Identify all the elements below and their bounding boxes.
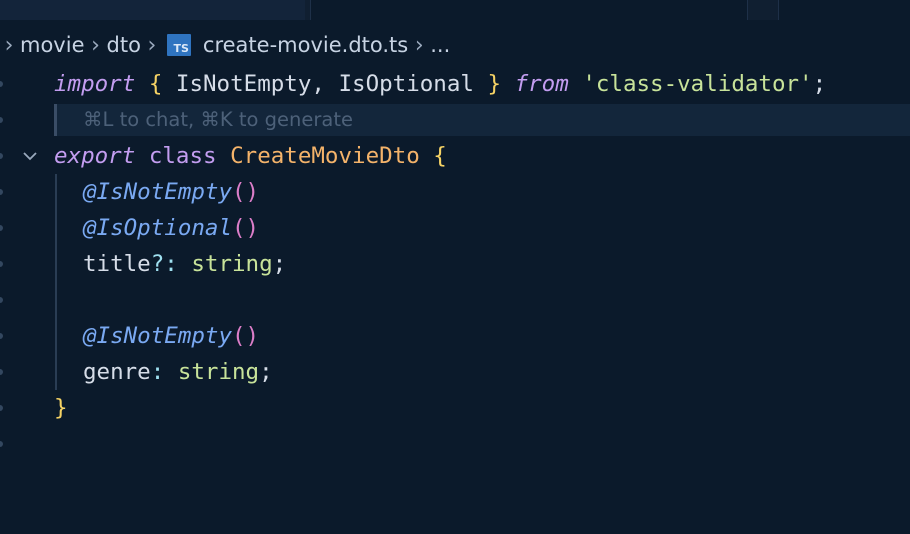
breadcrumb-item-symbols[interactable]: ... xyxy=(428,33,452,57)
code-line-5[interactable]: @IsOptional() xyxy=(0,210,910,246)
code-line-9[interactable]: genre: string; xyxy=(0,354,910,390)
gutter-marker xyxy=(0,441,3,447)
editor-tab[interactable] xyxy=(310,0,748,20)
code-content: export class CreateMovieDto { xyxy=(54,143,447,169)
chevron-right-icon: › xyxy=(147,32,157,58)
code-line-3[interactable]: export class CreateMovieDto { xyxy=(0,138,910,174)
code-line-10[interactable]: } xyxy=(0,390,910,426)
ai-hint-text: ⌘L to chat, ⌘K to generate xyxy=(83,108,354,131)
gutter-marker xyxy=(0,369,3,375)
chevron-right-icon: › xyxy=(414,32,424,58)
gutter-marker xyxy=(0,225,3,231)
breadcrumb-item-file[interactable]: create-movie.dto.ts xyxy=(201,33,410,57)
code-content: } xyxy=(54,395,68,421)
code-content: @IsOptional() xyxy=(83,215,260,241)
gutter-marker xyxy=(0,405,3,411)
code-line-6[interactable]: title?: string; xyxy=(0,246,910,282)
chevron-right-icon: › xyxy=(4,32,14,58)
code-content: genre: string; xyxy=(83,359,273,385)
code-content: @IsNotEmpty() xyxy=(83,179,260,205)
breadcrumb-item-movie[interactable]: movie xyxy=(18,33,87,57)
gutter-marker xyxy=(0,261,3,267)
code-line-11[interactable] xyxy=(0,426,910,462)
breadcrumb-item-dto[interactable]: dto xyxy=(105,33,143,57)
typescript-file-icon: TS xyxy=(166,34,191,56)
ai-hint-line[interactable]: ⌘L to chat, ⌘K to generate xyxy=(54,104,910,136)
code-editor[interactable]: import { IsNotEmpty, IsOptional } from '… xyxy=(0,66,910,480)
editor-tab[interactable] xyxy=(778,0,910,20)
code-content: import { IsNotEmpty, IsOptional } from '… xyxy=(54,71,827,97)
gutter-marker xyxy=(0,117,3,123)
gutter-marker xyxy=(0,153,3,159)
code-content: title?: string; xyxy=(83,251,287,277)
fold-chevron-down-icon[interactable] xyxy=(22,149,38,163)
gutter-marker xyxy=(0,297,3,303)
gutter-marker xyxy=(0,81,3,87)
code-line-4[interactable]: @IsNotEmpty() xyxy=(0,174,910,210)
breadcrumb: › movie › dto › TS create-movie.dto.ts ›… xyxy=(0,28,910,62)
gutter-marker xyxy=(0,333,3,339)
code-content: @IsNotEmpty() xyxy=(83,323,260,349)
code-line-1[interactable]: import { IsNotEmpty, IsOptional } from '… xyxy=(0,66,910,102)
gutter-marker xyxy=(0,189,3,195)
chevron-right-icon: › xyxy=(91,32,100,58)
editor-tab[interactable] xyxy=(0,0,305,20)
code-line-7[interactable] xyxy=(0,282,910,318)
code-line-8[interactable]: @IsNotEmpty() xyxy=(0,318,910,354)
editor-tab-strip xyxy=(0,0,910,20)
